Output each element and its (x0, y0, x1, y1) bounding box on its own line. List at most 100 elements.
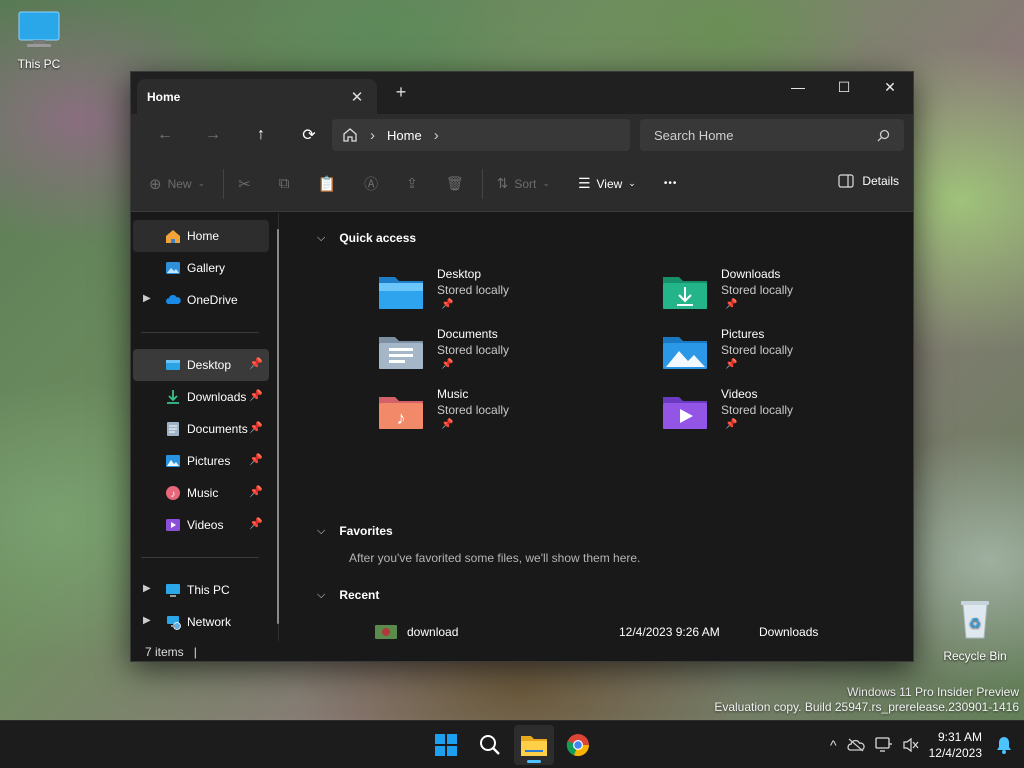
sidebar-item-this-pc[interactable]: ▶ This PC (133, 574, 269, 606)
volume-muted-icon[interactable] (903, 737, 919, 753)
breadcrumb-home[interactable]: Home (387, 128, 422, 143)
sidebar-item-label: Home (187, 229, 220, 243)
sidebar-item-music[interactable]: ♪ Music 📌 (133, 477, 269, 509)
videos-folder-icon (663, 397, 707, 429)
up-button[interactable]: ↑ (237, 126, 285, 144)
pin-icon[interactable]: 📌 (249, 453, 263, 466)
new-tab-button[interactable]: + (389, 82, 413, 103)
cut-button[interactable]: ✂ (238, 175, 251, 193)
see-more-button[interactable]: ••• (664, 178, 678, 189)
clock[interactable]: 9:31 AM 12/4/2023 (929, 729, 982, 761)
delete-button[interactable]: 🗑 (446, 175, 464, 192)
refresh-button[interactable]: ⟳ (285, 125, 333, 145)
sidebar-item-label: Downloads (187, 390, 247, 404)
back-button[interactable]: ← (141, 126, 189, 144)
chevron-right-icon[interactable]: ▶ (143, 583, 151, 594)
section-recent[interactable]: ⌵ Recent (317, 588, 379, 602)
sidebar-item-documents[interactable]: Documents 📌 (133, 413, 269, 445)
sidebar-item-pictures[interactable]: Pictures 📌 (133, 445, 269, 477)
sidebar-item-desktop[interactable]: Desktop 📌 (133, 349, 269, 381)
search-icon (480, 735, 500, 755)
notification-bell-icon[interactable] (996, 736, 1012, 754)
section-favorites[interactable]: ⌵ Favorites (317, 524, 393, 538)
onedrive-cloud-icon[interactable] (847, 738, 865, 752)
desktop-icon-recycle-bin[interactable]: ♻ Recycle Bin (940, 598, 1010, 663)
quick-access-desktop[interactable]: Desktop Stored locally 📌 (379, 267, 599, 323)
chevron-down-icon: ⌄ (197, 178, 206, 188)
quick-access-downloads[interactable]: Downloads Stored locally 📌 (663, 267, 883, 323)
close-button[interactable]: ✕ (867, 72, 913, 102)
rename-icon: Ⓐ (364, 175, 379, 192)
watermark-line-1: Windows 11 Pro Insider Preview (847, 685, 1019, 699)
toolbar-divider (481, 168, 483, 199)
sidebar-item-network[interactable]: ▶ Network (133, 606, 269, 638)
sidebar-item-onedrive[interactable]: ▶ OneDrive (133, 284, 269, 316)
chevron-down-icon[interactable]: ⌵ (317, 232, 325, 245)
chevron-right-icon[interactable]: ▶ (143, 293, 151, 304)
view-button[interactable]: ☰ View ⌄ (578, 175, 636, 192)
quick-access-music[interactable]: ♪ Music Stored locally 📌 (379, 387, 599, 443)
chevron-down-icon: ⌄ (628, 178, 636, 188)
section-title: Recent (339, 588, 380, 602)
chevron-down-icon[interactable]: ⌵ (317, 525, 325, 538)
new-button[interactable]: ⊕ New ⌄ (149, 175, 205, 193)
videos-icon (166, 519, 180, 531)
quick-access-videos[interactable]: Videos Stored locally 📌 (663, 387, 883, 443)
quick-access-name: Pictures (721, 327, 765, 341)
sort-button[interactable]: ⇅ Sort ⌄ (497, 175, 550, 192)
quick-access-documents[interactable]: Documents Stored locally 📌 (379, 327, 599, 383)
quick-access-status: Stored locally (721, 403, 794, 417)
quick-access-name: Documents (437, 327, 498, 341)
image-file-icon (375, 625, 397, 639)
recent-file-row[interactable]: download 12/4/2023 9:26 AM Downloads (375, 622, 845, 642)
chrome-button[interactable] (558, 725, 598, 765)
details-pane-button[interactable]: Details (838, 174, 899, 188)
breadcrumb-separator[interactable]: › (370, 127, 375, 144)
file-explorer-button[interactable] (514, 725, 554, 765)
sidebar-item-downloads[interactable]: Downloads 📌 (133, 381, 269, 413)
title-bar: Home ✕ + — ☐ ✕ (131, 72, 913, 114)
forward-button[interactable]: → (189, 126, 237, 144)
quick-access-pictures[interactable]: Pictures Stored locally 📌 (663, 327, 883, 383)
sidebar-item-videos[interactable]: Videos 📌 (133, 509, 269, 541)
taskbar: ^ 9:31 AM 12/4/2023 (0, 720, 1024, 768)
view-list-icon: ☰ (577, 175, 591, 191)
download-icon (167, 390, 179, 404)
tray-overflow-chevron[interactable]: ^ (830, 737, 837, 753)
sidebar-scrollbar[interactable] (277, 229, 279, 624)
breadcrumb-separator-end[interactable]: › (434, 127, 439, 144)
share-button[interactable]: ⇪ (406, 175, 418, 192)
section-quick-access[interactable]: ⌵ Quick access (317, 231, 416, 245)
search-input[interactable]: Search Home (640, 119, 904, 151)
close-tab-icon[interactable]: ✕ (347, 88, 367, 106)
tab-title: Home (147, 89, 181, 104)
pin-icon[interactable]: 📌 (249, 485, 263, 498)
copy-button[interactable]: ⧉ (279, 175, 290, 192)
desktop-icon-this-pc[interactable]: This PC (4, 10, 74, 71)
sidebar-item-gallery[interactable]: Gallery (133, 252, 269, 284)
pin-icon[interactable]: 📌 (249, 517, 263, 530)
system-tray: ^ 9:31 AM 12/4/2023 (830, 721, 1012, 768)
search-button[interactable] (470, 725, 510, 765)
pin-icon[interactable]: 📌 (249, 357, 263, 370)
paste-button[interactable]: 📋 (317, 175, 336, 193)
network-icon[interactable] (874, 737, 893, 753)
chevron-right-icon[interactable]: ▶ (143, 615, 151, 626)
desktop-folder-icon (166, 360, 180, 370)
section-title: Quick access (339, 231, 417, 245)
start-icon (435, 734, 457, 756)
window-controls: — ☐ ✕ (775, 72, 913, 102)
minimize-button[interactable]: — (775, 72, 821, 102)
start-button[interactable] (426, 725, 466, 765)
rename-button[interactable]: Ⓐ (364, 174, 378, 194)
quick-access-status: Stored locally (437, 403, 510, 417)
recycle-bin-icon: ♻ (961, 601, 989, 639)
pin-icon[interactable]: 📌 (249, 421, 263, 434)
chevron-down-icon[interactable]: ⌵ (317, 589, 325, 602)
address-bar[interactable]: › Home › (332, 119, 630, 151)
maximize-button[interactable]: ☐ (821, 72, 867, 102)
pin-icon[interactable]: 📌 (249, 389, 263, 402)
sidebar-item-home[interactable]: Home (133, 220, 269, 252)
home-icon[interactable] (342, 127, 358, 143)
tab-home[interactable]: Home ✕ (137, 79, 377, 114)
